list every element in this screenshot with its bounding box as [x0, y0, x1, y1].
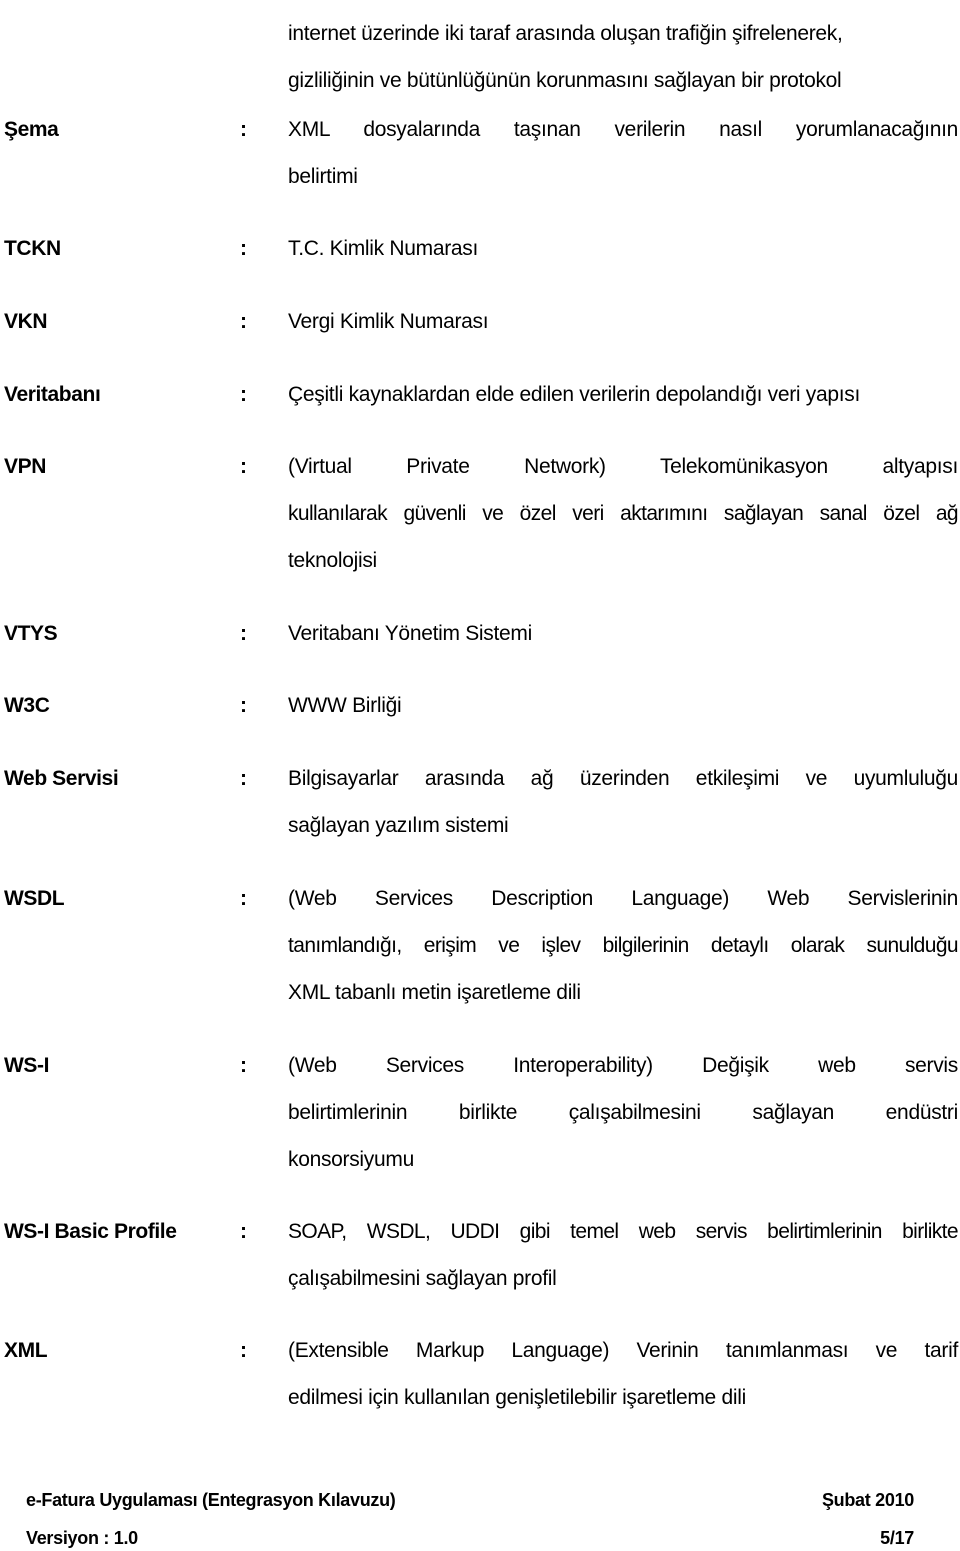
glossary-term: VKN: [4, 310, 48, 333]
glossary-term: TCKN: [4, 237, 61, 260]
definition-line: WWW Birliği: [288, 694, 402, 717]
separator-colon: :: [240, 237, 247, 260]
separator-colon: :: [240, 118, 247, 141]
definition-line: Bilgisayarlar arasında ağ üzerinden etki…: [288, 767, 958, 790]
glossary-definition: (Web Services Interoperability) Değişik …: [288, 1042, 958, 1183]
definition-line: edilmesi için kullanılan genişletilebili…: [288, 1386, 746, 1409]
footer-version: Versiyon : 1.0: [26, 1528, 138, 1548]
separator-colon: :: [240, 1054, 247, 1077]
definition-line: Çeşitli kaynaklardan elde edilen veriler…: [288, 383, 861, 406]
glossary-definition: (Virtual Private Network) Telekomünikasy…: [288, 443, 959, 584]
definition-line: konsorsiyumu: [288, 1148, 414, 1171]
separator-colon: :: [240, 622, 247, 645]
glossary-definition: T.C. Kimlik Numarası: [288, 225, 958, 272]
definition-line: (Web Services Description Language) Web …: [288, 887, 958, 910]
definition-line: Veritabanı Yönetim Sistemi: [288, 622, 532, 645]
glossary-term: Veritabanı: [4, 383, 101, 406]
definition-line: gizliliğinin ve bütünlüğünün korunmasını…: [288, 69, 842, 92]
glossary-definition: Veritabanı Yönetim Sistemi: [288, 610, 958, 657]
glossary-definition: WWW Birliği: [288, 682, 958, 729]
separator-colon: :: [240, 310, 247, 333]
definition-line: çalışabilmesini sağlayan profil: [288, 1267, 557, 1290]
definition-line: belirtimi: [288, 165, 358, 188]
definition-line: teknolojisi: [288, 549, 377, 572]
page-footer: e-Fatura Uygulaması (Entegrasyon Kılavuz…: [26, 1488, 914, 1550]
definition-line: (Extensible Markup Language) Verinin tan…: [288, 1339, 958, 1362]
definition-line: internet üzerinde iki taraf arasında olu…: [288, 22, 843, 45]
glossary-term: VPN: [4, 455, 46, 478]
glossary-term: XML: [4, 1339, 48, 1362]
definition-line: tanımlandığı, erişim ve işlev bilgilerin…: [288, 934, 959, 957]
definition-line: T.C. Kimlik Numarası: [288, 237, 479, 260]
footer-row-version: Versiyon : 1.0 5/17: [26, 1526, 914, 1550]
glossary-term: W3C: [4, 694, 50, 717]
separator-colon: :: [240, 455, 247, 478]
definition-line: (Virtual Private Network) Telekomünikasy…: [288, 455, 958, 478]
definition-line: Vergi Kimlik Numarası: [288, 310, 489, 333]
glossary-term: WSDL: [4, 887, 65, 910]
glossary-term: VTYS: [4, 622, 58, 645]
previous-definition-continuation: internet üzerinde iki taraf arasında olu…: [288, 10, 958, 104]
glossary-term: WS-I: [4, 1054, 50, 1077]
footer-page-number: 5/17: [880, 1528, 914, 1548]
definition-line: (Web Services Interoperability) Değişik …: [288, 1054, 958, 1077]
definition-line: XML dosyalarında taşınan verilerin nasıl…: [288, 118, 958, 141]
glossary-term: Şema: [4, 118, 59, 141]
separator-colon: :: [240, 694, 247, 717]
definition-line: kullanılarak güvenli ve özel veri aktarı…: [288, 502, 959, 525]
definition-line: XML tabanlı metin işaretleme dili: [288, 981, 581, 1004]
glossary-definition: (Web Services Description Language) Web …: [288, 875, 959, 1016]
separator-colon: :: [240, 383, 247, 406]
definition-line: sağlayan yazılım sistemi: [288, 814, 509, 837]
definition-line: belirtimlerinin birlikte çalışabilmesini…: [288, 1101, 958, 1124]
glossary-definition: Vergi Kimlik Numarası: [288, 298, 958, 345]
definition-line: SOAP, WSDL, UDDI gibi temel web servis b…: [288, 1220, 959, 1243]
glossary-definition: (Extensible Markup Language) Verinin tan…: [288, 1327, 958, 1421]
separator-colon: :: [240, 887, 247, 910]
footer-row-title: e-Fatura Uygulaması (Entegrasyon Kılavuz…: [26, 1488, 914, 1512]
separator-colon: :: [240, 767, 247, 790]
separator-colon: :: [240, 1339, 247, 1362]
document-page: internet üzerinde iki taraf arasında olu…: [0, 0, 960, 1551]
glossary-term: Web Servisi: [4, 767, 119, 790]
glossary-definition: Çeşitli kaynaklardan elde edilen veriler…: [288, 371, 958, 418]
glossary-definition: SOAP, WSDL, UDDI gibi temel web servis b…: [288, 1208, 959, 1302]
separator-colon: :: [240, 1220, 247, 1243]
footer-document-title: e-Fatura Uygulaması (Entegrasyon Kılavuz…: [26, 1490, 396, 1510]
glossary-definition: Bilgisayarlar arasında ağ üzerinden etki…: [288, 755, 958, 849]
glossary-term: WS-I Basic Profile: [4, 1220, 177, 1243]
glossary-definition: XML dosyalarında taşınan verilerin nasıl…: [288, 106, 958, 200]
footer-date: Şubat 2010: [821, 1490, 914, 1510]
